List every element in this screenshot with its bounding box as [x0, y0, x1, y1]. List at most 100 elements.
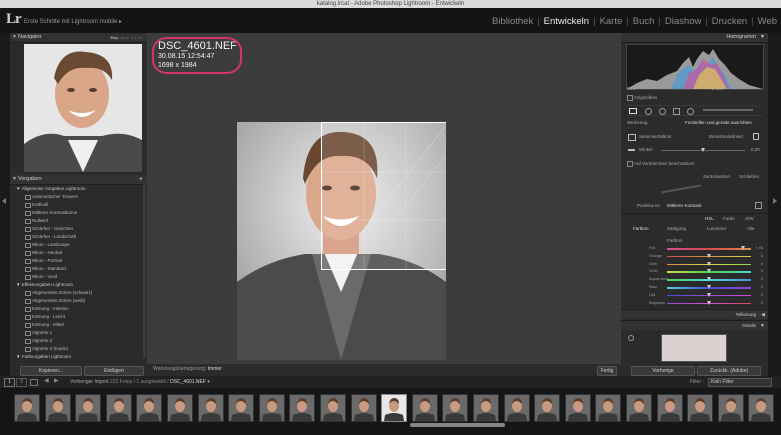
- identity-plate[interactable]: Erste Schritte mit Lightroom mobile ▸: [24, 18, 122, 25]
- hsl-slider-row[interactable]: Rot + 45: [627, 245, 763, 252]
- details-preview[interactable]: [661, 334, 727, 362]
- constrain-checkbox[interactable]: Auf Verkrümmen beschränken: [627, 161, 695, 167]
- module-bibliothek[interactable]: Bibliothek: [488, 16, 537, 27]
- hsl-slider-knob[interactable]: [707, 300, 711, 305]
- paste-settings-button[interactable]: Einfügen: [84, 366, 144, 376]
- aspect-select[interactable]: Benutzerdefiniert: [709, 134, 743, 139]
- subtab-alle[interactable]: Alle: [747, 226, 755, 231]
- filmstrip-thumbnail[interactable]: [503, 394, 530, 422]
- preset-folder[interactable]: ▼ Farbvorgaben Lightroom: [10, 353, 147, 361]
- filmstrip-thumbnail[interactable]: [75, 394, 102, 422]
- hsl-slider-knob[interactable]: [707, 285, 711, 289]
- page1-button[interactable]: 1: [4, 378, 15, 387]
- preset-folder[interactable]: ▼ Effektvorgaben Lightroom: [10, 281, 147, 289]
- preset-item[interactable]: Kraftvoll: [10, 201, 147, 209]
- hsl-slider-knob[interactable]: [707, 269, 711, 274]
- graduated-filter-icon[interactable]: [673, 108, 680, 115]
- subtab-luminanz[interactable]: Luminanz: [707, 226, 727, 231]
- presets-header[interactable]: ▼ Vorgaben +: [10, 175, 147, 185]
- original-photo-checkbox[interactable]: Originalfoto: [627, 95, 657, 101]
- filmstrip-thumbnail[interactable]: [167, 394, 193, 422]
- grid-icon[interactable]: [30, 379, 38, 386]
- reset-adobe-button[interactable]: Zurückk. (Adobe): [697, 366, 761, 376]
- angle-slider[interactable]: [661, 148, 745, 152]
- preset-item[interactable]: Nikon - Portrait: [10, 257, 147, 265]
- collapse-right-icon[interactable]: [773, 198, 777, 204]
- lock-icon[interactable]: [753, 133, 759, 140]
- filmstrip-thumbnail[interactable]: [320, 394, 346, 422]
- navigator-preview[interactable]: [24, 44, 142, 172]
- module-web[interactable]: Web: [754, 16, 781, 27]
- angle-slider-knob[interactable]: [701, 148, 705, 152]
- hsl-slider-knob[interactable]: [707, 277, 711, 282]
- crop-frame-icon[interactable]: [628, 134, 636, 141]
- hsl-slider-knob[interactable]: [740, 246, 745, 250]
- crop-tool-icon[interactable]: [629, 108, 637, 114]
- preset-item[interactable]: Mittlerer Kontrastkurve: [10, 209, 147, 217]
- hsl-slider-row[interactable]: Aquamarin 0: [627, 276, 763, 283]
- preset-item[interactable]: Abgerundete Ecken (weiß): [10, 297, 147, 305]
- zoom-3-1[interactable]: 3:1: [137, 35, 143, 40]
- filmstrip-thumbnail[interactable]: [687, 394, 714, 422]
- navigator-zoom-options[interactable]: Einp. Ausf. 1:1 3:1: [110, 33, 143, 42]
- photo-canvas[interactable]: DSC_4601.NEF 30.08.15 12:54:47 1698 x 19…: [147, 33, 621, 364]
- presets-scrollbar[interactable]: [143, 183, 146, 358]
- overlay-mode-select[interactable]: Immer: [208, 366, 222, 372]
- copy-settings-button[interactable]: Kopieren...: [20, 366, 82, 376]
- tab-sw[interactable]: S/W: [745, 216, 754, 221]
- filmstrip-thumbnail[interactable]: [289, 394, 316, 422]
- forward-arrow-icon[interactable]: ▶: [54, 377, 59, 384]
- hsl-slider-row[interactable]: Blau 0: [627, 284, 763, 291]
- filmstrip-thumbnail[interactable]: [228, 394, 255, 422]
- preset-item[interactable]: Abgerundete Ecken (schwarz): [10, 289, 147, 297]
- preset-folder[interactable]: ▼ Allgemeine Vorgaben Lightroom: [10, 185, 147, 193]
- hsl-slider-knob[interactable]: [707, 261, 711, 266]
- preset-item[interactable]: Körnung - Leicht: [10, 313, 147, 321]
- split-toning-header[interactable]: Teiltonung ◀: [621, 309, 768, 319]
- filmstrip-scrollbar[interactable]: [410, 423, 505, 427]
- crop-close-button[interactable]: Schließen: [739, 174, 759, 179]
- preset-item[interactable]: Vignette 1: [10, 329, 147, 337]
- filmstrip-thumbnail[interactable]: [136, 394, 163, 422]
- module-karte[interactable]: Karte: [596, 16, 627, 27]
- main-photo[interactable]: [237, 122, 446, 360]
- filmstrip-thumbnail[interactable]: [626, 394, 652, 422]
- preset-item[interactable]: Nullwert: [10, 217, 147, 225]
- preset-item[interactable]: Schärfen - Landschaft: [10, 233, 147, 241]
- tab-farbe[interactable]: Farbe: [723, 216, 735, 221]
- brush-icon[interactable]: [703, 109, 753, 111]
- filmstrip-thumbnail[interactable]: [717, 394, 744, 422]
- preset-item[interactable]: Automatischer Tonwert: [10, 193, 147, 201]
- module-buch[interactable]: Buch: [629, 16, 659, 27]
- filmstrip-thumbnail[interactable]: [473, 394, 499, 422]
- preset-item[interactable]: Nikon - Standard: [10, 265, 147, 273]
- filmstrip-thumbnail[interactable]: [105, 394, 132, 422]
- hsl-slider-knob[interactable]: [707, 253, 711, 258]
- previous-button[interactable]: Vorherige: [631, 366, 695, 376]
- filmstrip-thumbnail[interactable]: [44, 394, 71, 422]
- navigator-header[interactable]: ▼ Navigator Einp. Ausf. 1:1 3:1: [10, 33, 147, 43]
- spot-removal-icon[interactable]: [645, 108, 652, 115]
- radial-filter-icon[interactable]: [687, 108, 694, 115]
- zoom-fit[interactable]: Einp.: [110, 35, 119, 40]
- collapse-left-icon[interactable]: [2, 198, 6, 204]
- preset-item[interactable]: Schärfen - Gesichter: [10, 225, 147, 233]
- hsl-slider-row[interactable]: Magenta 0: [627, 300, 763, 307]
- filmstrip-thumbnail[interactable]: [564, 394, 591, 422]
- crop-reset-button[interactable]: Zurücksetzen: [703, 174, 730, 179]
- filmstrip-thumbnail[interactable]: [197, 394, 224, 422]
- preset-item[interactable]: Vignette 2 (Kopie): [10, 345, 147, 353]
- details-target-icon[interactable]: [628, 335, 634, 341]
- filmstrip-thumbnail[interactable]: [442, 394, 469, 422]
- crop-overlay[interactable]: [321, 122, 446, 270]
- straighten-icon[interactable]: [628, 149, 635, 151]
- hsl-slider-row[interactable]: Lila 0: [627, 292, 763, 299]
- filmstrip-thumbnail[interactable]: [595, 394, 622, 422]
- hsl-slider-knob[interactable]: [707, 292, 711, 297]
- preset-item[interactable]: Nikon - Vivid: [10, 273, 147, 281]
- right-panel-edge[interactable]: [768, 33, 781, 376]
- module-drucken[interactable]: Drucken: [708, 16, 751, 27]
- point-curve-edit-icon[interactable]: [755, 202, 762, 209]
- histogram-header[interactable]: Histogramm ▼: [621, 33, 768, 43]
- hsl-slider-row[interactable]: Grün 0: [627, 268, 763, 275]
